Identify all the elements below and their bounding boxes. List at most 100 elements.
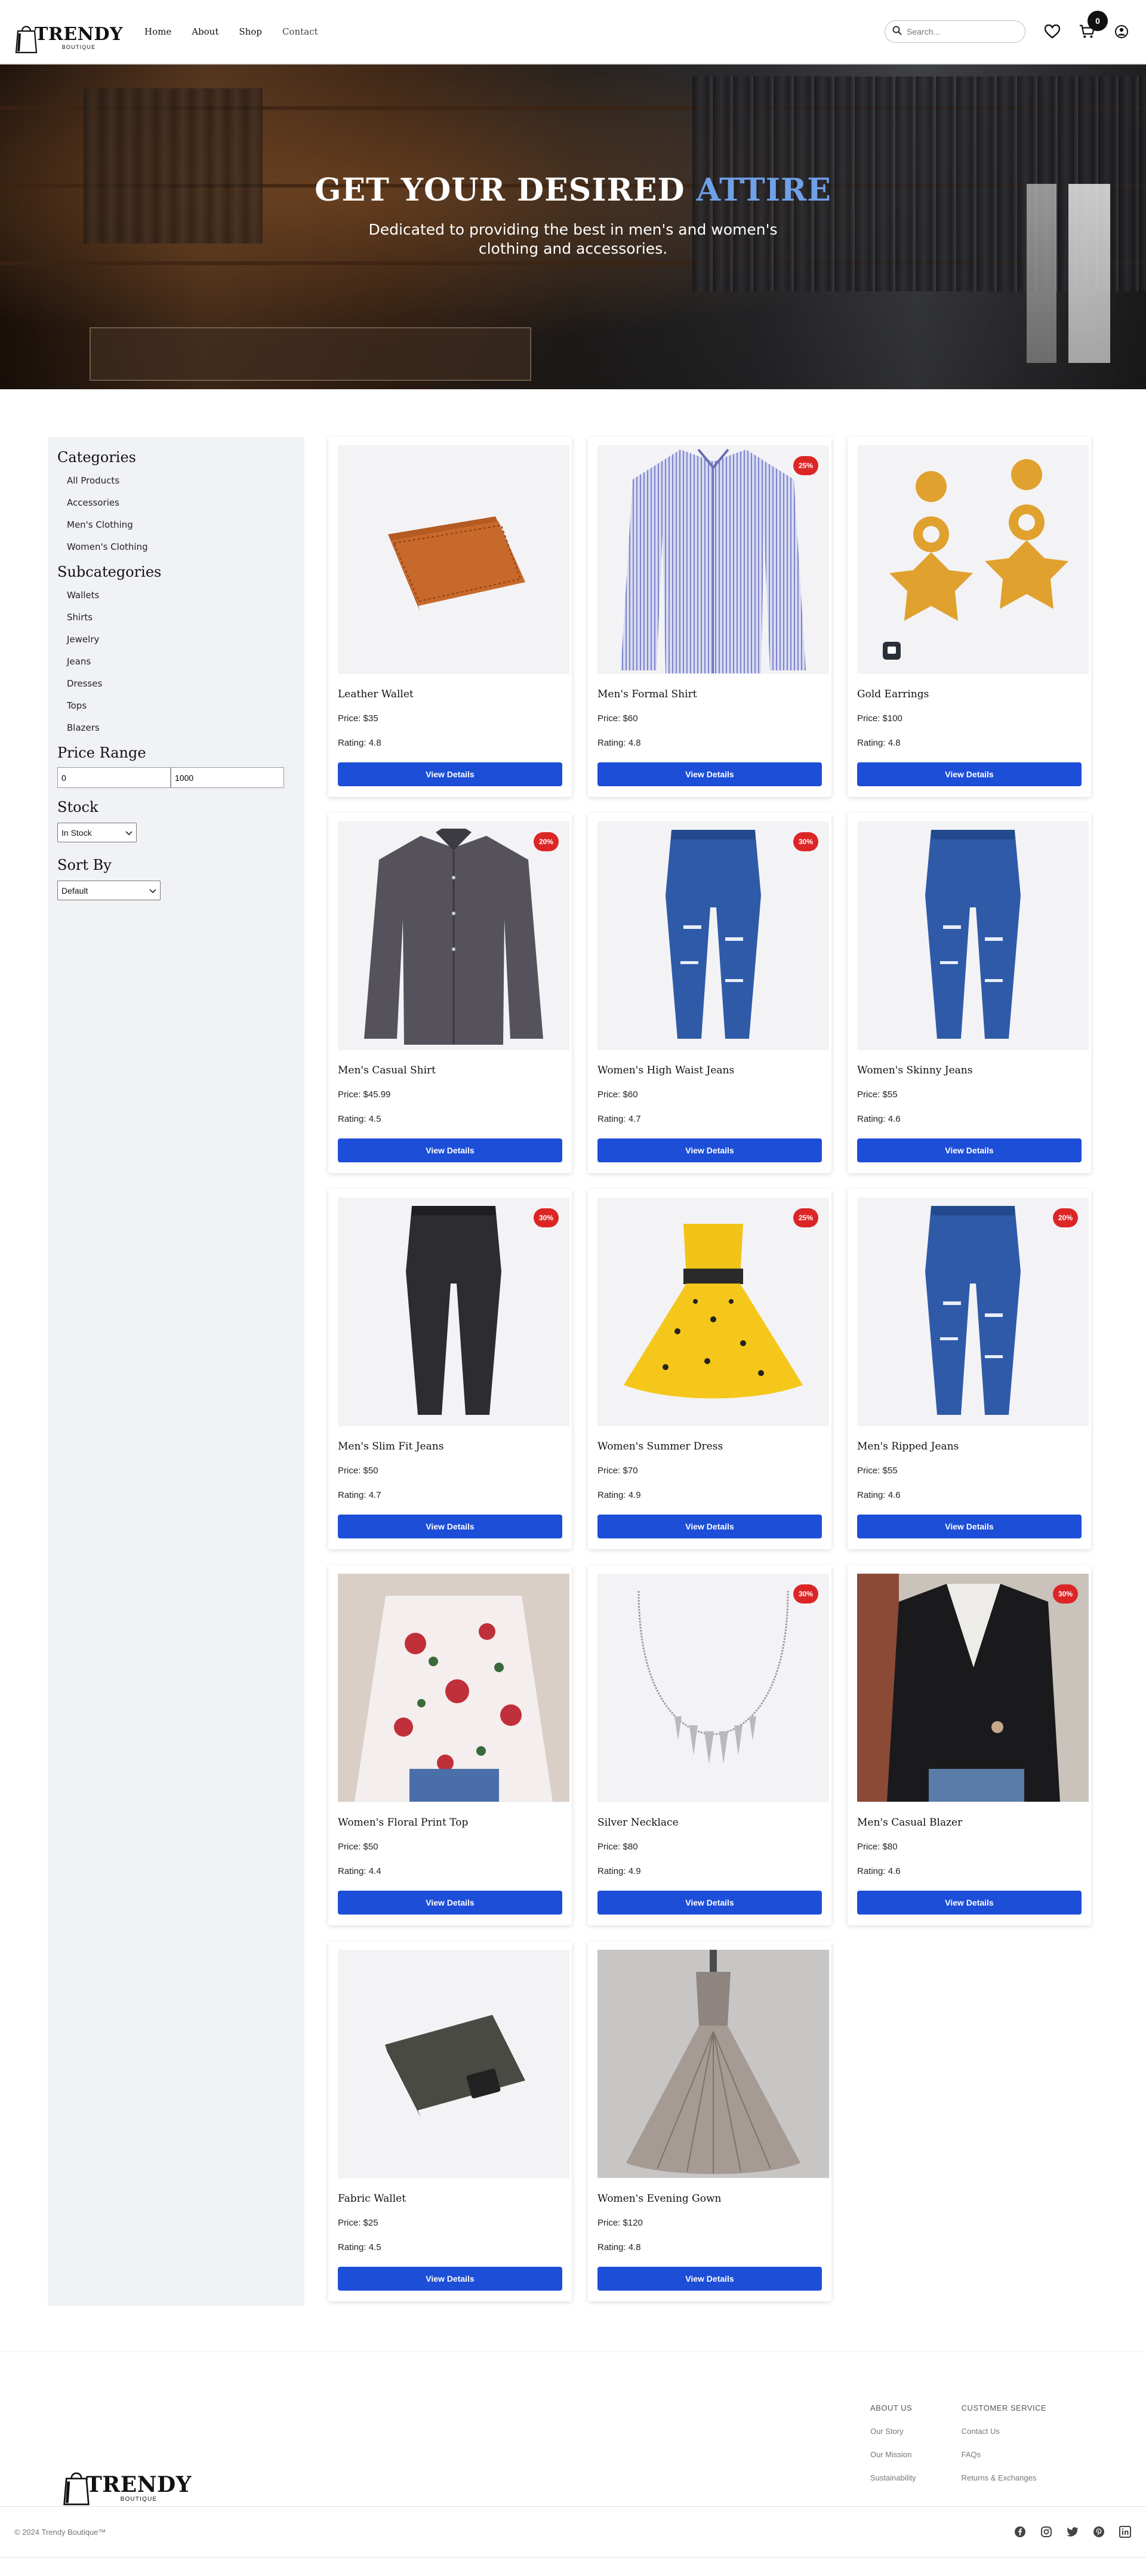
- view-details-button[interactable]: View Details: [338, 1515, 562, 1538]
- footer-logo[interactable]: TRENDY BOUTIQUE: [62, 2393, 192, 2506]
- view-details-button[interactable]: View Details: [338, 1891, 562, 1915]
- product-card[interactable]: Women's Floral Print Top Price: $50 Rating…: [328, 1565, 572, 1925]
- product-name[interactable]: Men's Formal Shirt: [597, 688, 822, 700]
- sort-by-heading: Sort By: [57, 857, 112, 873]
- product-name[interactable]: Women's High Waist Jeans: [597, 1064, 822, 1076]
- product-image[interactable]: [857, 445, 1089, 675]
- view-details-button[interactable]: View Details: [597, 1515, 822, 1538]
- subcategory-wallets[interactable]: Wallets: [67, 590, 295, 601]
- linkedin-icon[interactable]: [1119, 2525, 1132, 2538]
- footer-link-sustainability[interactable]: Sustainability: [870, 2473, 916, 2482]
- product-card[interactable]: 20% Men's Casual Shirt Price: $45.99 Rating…: [328, 813, 572, 1173]
- nav-shop[interactable]: Shop: [239, 26, 262, 37]
- subcategory-blazers[interactable]: Blazers: [67, 722, 295, 733]
- view-details-button[interactable]: View Details: [857, 1138, 1082, 1162]
- product-card[interactable]: Gold Earrings Price: $100 Rating: 4.8 View …: [848, 437, 1091, 797]
- jeans-icon: [615, 824, 812, 1048]
- brand-logo[interactable]: TRENDY BOUTIQUE: [14, 11, 123, 54]
- product-card[interactable]: 30% Men's Casual Blazer Price: $80 Rating: …: [848, 1565, 1091, 1925]
- product-image[interactable]: 30%: [597, 821, 829, 1051]
- price-max-input[interactable]: [171, 767, 284, 788]
- subcategory-dresses[interactable]: Dresses: [67, 678, 295, 689]
- view-details-button[interactable]: View Details: [597, 1891, 822, 1915]
- view-details-button[interactable]: View Details: [597, 1138, 822, 1162]
- user-account-icon[interactable]: [1114, 24, 1129, 39]
- product-image[interactable]: 25%: [597, 445, 829, 675]
- product-card[interactable]: Fabric Wallet Price: $25 Rating: 4.5 View D…: [328, 1941, 572, 2301]
- product-name[interactable]: Fabric Wallet: [338, 2193, 562, 2205]
- sort-select[interactable]: Default: [57, 881, 161, 900]
- footer-link-our-story[interactable]: Our Story: [870, 2427, 916, 2436]
- discount-badge: 30%: [534, 1208, 559, 1227]
- nav-home[interactable]: Home: [144, 26, 171, 37]
- view-details-button[interactable]: View Details: [338, 1138, 562, 1162]
- product-price: Price: $35: [338, 713, 378, 724]
- product-image[interactable]: [338, 1574, 569, 1803]
- price-min-input[interactable]: [57, 767, 171, 788]
- footer-link-returns[interactable]: Returns & Exchanges: [962, 2473, 1047, 2482]
- discount-badge: 30%: [793, 832, 818, 851]
- view-details-button[interactable]: View Details: [857, 762, 1082, 786]
- view-details-button[interactable]: View Details: [338, 2267, 562, 2291]
- product-image[interactable]: 30%: [338, 1198, 569, 1427]
- view-details-button[interactable]: View Details: [338, 762, 562, 786]
- product-card[interactable]: 25% Women's Summer Dress Price: $70 Rating:…: [588, 1189, 831, 1549]
- product-card[interactable]: 30% Women's High Waist Jeans Price: $60 Rat…: [588, 813, 831, 1173]
- product-card[interactable]: 20% Men's Ripped Jeans Price: $55 Rating: 4…: [848, 1189, 1091, 1549]
- product-name[interactable]: Women's Summer Dress: [597, 1441, 822, 1452]
- subcategory-jeans[interactable]: Jeans: [67, 656, 295, 667]
- product-image[interactable]: [857, 821, 1089, 1051]
- product-image[interactable]: 20%: [857, 1198, 1089, 1427]
- view-details-button[interactable]: View Details: [597, 2267, 822, 2291]
- view-details-button[interactable]: View Details: [597, 762, 822, 786]
- product-name[interactable]: Women's Skinny Jeans: [857, 1064, 1082, 1076]
- category-womens-clothing[interactable]: Women's Clothing: [67, 541, 295, 552]
- category-mens-clothing[interactable]: Men's Clothing: [67, 519, 295, 530]
- product-card[interactable]: Women's Evening Gown Price: $120 Rating: 4…: [588, 1941, 831, 2301]
- view-details-button[interactable]: View Details: [857, 1891, 1082, 1915]
- view-details-button[interactable]: View Details: [857, 1515, 1082, 1538]
- stock-select[interactable]: In Stock: [57, 823, 137, 842]
- product-name[interactable]: Men's Slim Fit Jeans: [338, 1441, 562, 1452]
- product-image[interactable]: [338, 1950, 569, 2179]
- footer-link-contact-us[interactable]: Contact Us: [962, 2427, 1047, 2436]
- product-name[interactable]: Men's Ripped Jeans: [857, 1441, 1082, 1452]
- product-card[interactable]: 25% Men's Formal Shirt Price: $60 Rating: 4…: [588, 437, 831, 797]
- nav-about[interactable]: About: [192, 26, 218, 37]
- product-name[interactable]: Gold Earrings: [857, 688, 1082, 700]
- twitter-icon[interactable]: [1066, 2525, 1079, 2538]
- product-name[interactable]: Leather Wallet: [338, 688, 562, 700]
- product-image[interactable]: [338, 445, 569, 675]
- product-image[interactable]: [597, 1950, 829, 2179]
- facebook-icon[interactable]: [1013, 2525, 1027, 2538]
- footer-link-our-mission[interactable]: Our Mission: [870, 2450, 916, 2459]
- product-name[interactable]: Women's Evening Gown: [597, 2193, 822, 2205]
- product-card[interactable]: 30% Silver Necklace Price: $80 Rating: 4.9 V…: [588, 1565, 831, 1925]
- product-name[interactable]: Men's Casual Blazer: [857, 1817, 1082, 1829]
- product-name[interactable]: Women's Floral Print Top: [338, 1817, 562, 1829]
- instagram-icon[interactable]: [1040, 2525, 1053, 2538]
- product-name[interactable]: Silver Necklace: [597, 1817, 822, 1829]
- product-card[interactable]: Women's Skinny Jeans Price: $55 Rating: 4.…: [848, 813, 1091, 1173]
- product-name[interactable]: Men's Casual Shirt: [338, 1064, 562, 1076]
- top-icon: [338, 1574, 569, 1802]
- search-input[interactable]: [907, 27, 1014, 36]
- footer-link-faqs[interactable]: FAQs: [962, 2450, 1047, 2459]
- product-card[interactable]: Leather Wallet Price: $35 Rating: 4.8 View …: [328, 437, 572, 797]
- cart-icon[interactable]: 0: [1079, 11, 1108, 39]
- stock-select-value: In Stock: [61, 827, 92, 838]
- subcategory-jewelry[interactable]: Jewelry: [67, 634, 295, 645]
- subcategory-tops[interactable]: Tops: [67, 700, 295, 711]
- product-image[interactable]: 30%: [597, 1574, 829, 1803]
- product-image[interactable]: 30%: [857, 1574, 1089, 1803]
- product-image[interactable]: 20%: [338, 821, 569, 1051]
- shop-main: Categories All Products Accessories Men'…: [0, 389, 1146, 2306]
- product-image[interactable]: 25%: [597, 1198, 829, 1427]
- heart-icon[interactable]: [1045, 24, 1060, 39]
- product-card[interactable]: 30% Men's Slim Fit Jeans Price: $50 Rating:…: [328, 1189, 572, 1549]
- subcategory-shirts[interactable]: Shirts: [67, 612, 295, 623]
- category-all-products[interactable]: All Products: [67, 475, 295, 486]
- category-accessories[interactable]: Accessories: [67, 497, 295, 508]
- pinterest-icon[interactable]: [1092, 2525, 1105, 2538]
- nav-contact[interactable]: Contact: [282, 26, 318, 37]
